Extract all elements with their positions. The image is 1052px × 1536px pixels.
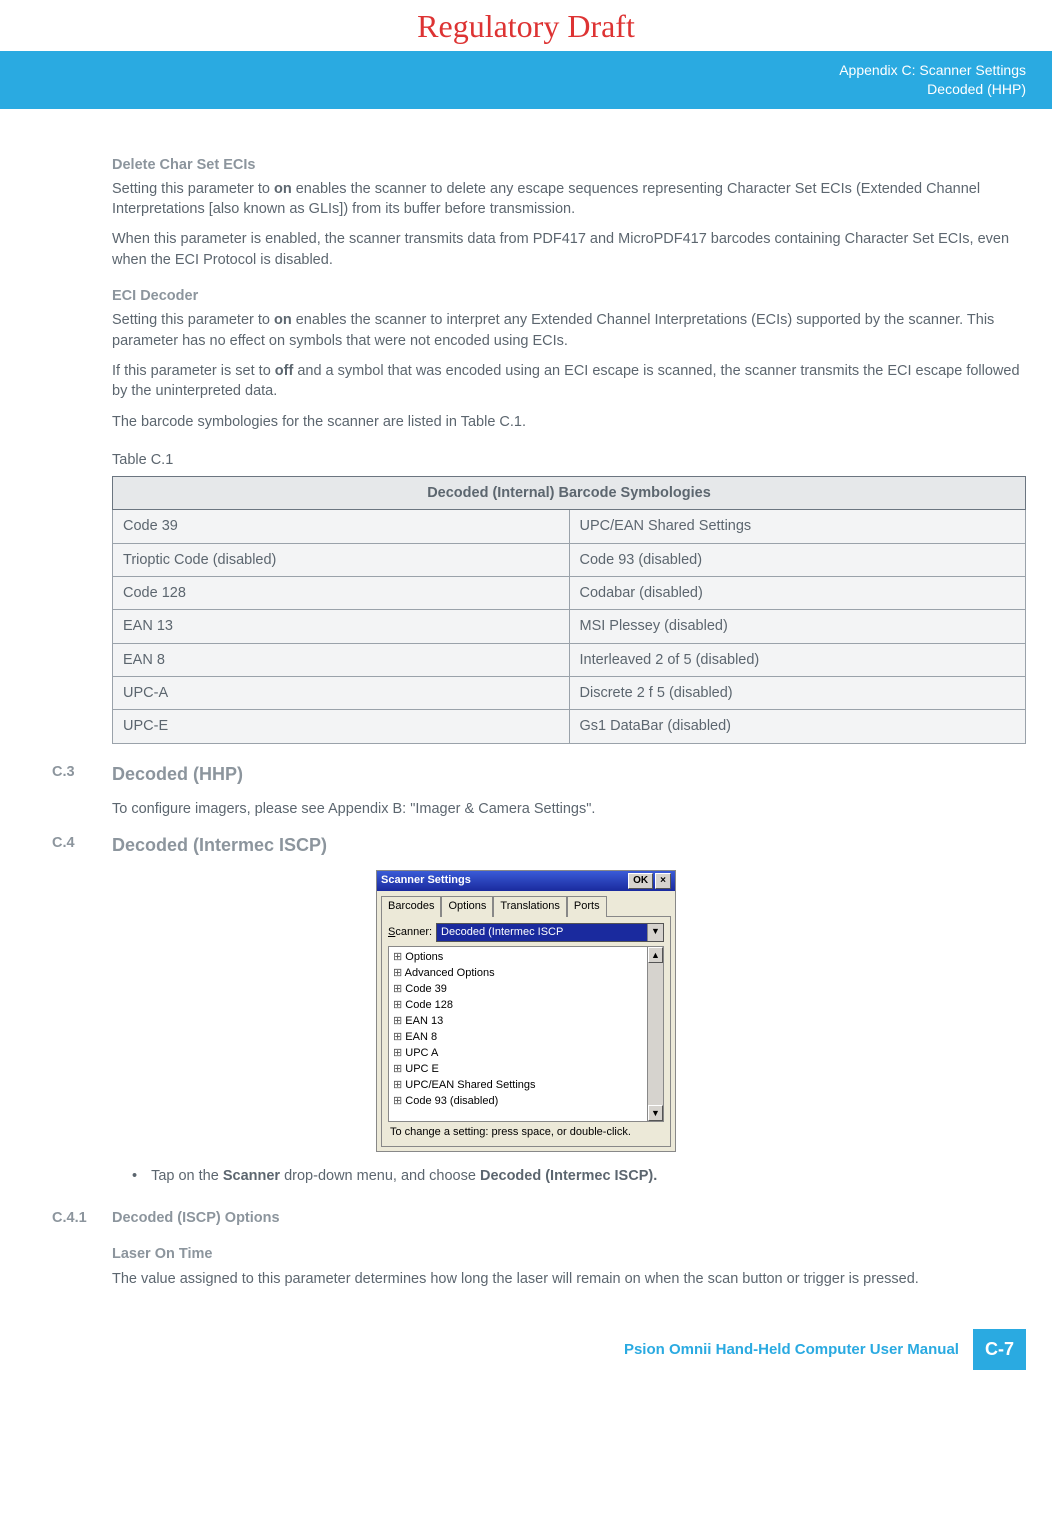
symbologies-table: Decoded (Internal) Barcode Symbologies C… bbox=[112, 476, 1026, 743]
tree-item[interactable]: Advanced Options bbox=[393, 965, 647, 981]
table-cell: Interleaved 2 of 5 (disabled) bbox=[569, 643, 1026, 676]
table-cell: EAN 8 bbox=[113, 643, 570, 676]
table-cell: Code 128 bbox=[113, 577, 570, 610]
tree-item[interactable]: Options bbox=[393, 949, 647, 965]
heading-laser-on-time: Laser On Time bbox=[112, 1244, 1026, 1264]
paragraph: To configure imagers, please see Appendi… bbox=[112, 799, 1026, 819]
tree-item[interactable]: EAN 13 bbox=[393, 1013, 647, 1029]
table-cell: Code 93 (disabled) bbox=[569, 543, 1026, 576]
regulatory-draft-watermark: Regulatory Draft bbox=[0, 0, 1052, 51]
table-cell: Gs1 DataBar (disabled) bbox=[569, 710, 1026, 743]
tree-item[interactable]: UPC E bbox=[393, 1061, 647, 1077]
paragraph: When this parameter is enabled, the scan… bbox=[112, 229, 1026, 270]
screenshot-titlebar: Scanner Settings OK × bbox=[377, 871, 675, 891]
dropdown-arrow-icon[interactable]: ▼ bbox=[647, 924, 663, 941]
scanner-label: Scanner: bbox=[388, 925, 432, 940]
header-appendix: Appendix C: Scanner Settings bbox=[0, 61, 1026, 80]
table-cell: Discrete 2 f 5 (disabled) bbox=[569, 676, 1026, 709]
tree-item[interactable]: Code 93 (disabled) bbox=[393, 1093, 647, 1109]
settings-tree[interactable]: Options Advanced Options Code 39 Code 12… bbox=[388, 946, 664, 1122]
table-cell: Code 39 bbox=[113, 510, 570, 543]
scanner-dropdown-value: Decoded (Intermec ISCP bbox=[437, 924, 647, 941]
header-band: Appendix C: Scanner Settings Decoded (HH… bbox=[0, 51, 1052, 109]
scroll-down-icon[interactable]: ▼ bbox=[648, 1105, 663, 1121]
tree-item[interactable]: EAN 8 bbox=[393, 1029, 647, 1045]
paragraph: Setting this parameter to on enables the… bbox=[112, 179, 1026, 220]
tab-options[interactable]: Options bbox=[441, 896, 493, 916]
heading-eci-decoder: ECI Decoder bbox=[112, 286, 1026, 306]
instruction-bullet: Tap on the Scanner drop-down menu, and c… bbox=[132, 1166, 1026, 1186]
table-cell: UPC-E bbox=[113, 710, 570, 743]
section-number-c41: C.4.1 bbox=[52, 1208, 87, 1228]
scrollbar[interactable]: ▲ ▼ bbox=[647, 947, 663, 1121]
heading-delete-char-set-ecis: Delete Char Set ECIs bbox=[112, 155, 1026, 175]
heading-decoded-intermec-iscp: Decoded (Intermec ISCP) bbox=[112, 833, 1026, 858]
table-caption: Table C.1 bbox=[112, 450, 1026, 470]
tab-ports[interactable]: Ports bbox=[567, 896, 607, 916]
tree-item[interactable]: Code 128 bbox=[393, 997, 647, 1013]
paragraph: If this parameter is set to off and a sy… bbox=[112, 361, 1026, 402]
table-cell: UPC-A bbox=[113, 676, 570, 709]
page-number: C-7 bbox=[973, 1329, 1026, 1370]
tab-barcodes[interactable]: Barcodes bbox=[381, 896, 441, 916]
scanner-settings-screenshot: Scanner Settings OK × Barcodes Options T… bbox=[376, 870, 676, 1152]
footer-manual-title: Psion Omnii Hand-Held Computer User Manu… bbox=[624, 1339, 959, 1360]
table-cell: Codabar (disabled) bbox=[569, 577, 1026, 610]
table-cell: MSI Plessey (disabled) bbox=[569, 610, 1026, 643]
section-number-c4: C.4 bbox=[52, 833, 75, 853]
screenshot-title: Scanner Settings bbox=[381, 873, 471, 888]
table-cell: UPC/EAN Shared Settings bbox=[569, 510, 1026, 543]
paragraph: The barcode symbologies for the scanner … bbox=[112, 412, 1026, 432]
scroll-up-icon[interactable]: ▲ bbox=[648, 947, 663, 963]
heading-decoded-hhp: Decoded (HHP) bbox=[112, 762, 1026, 787]
screenshot-tabs: Barcodes Options Translations Ports bbox=[377, 891, 675, 915]
paragraph: Setting this parameter to on enables the… bbox=[112, 310, 1026, 351]
tree-item[interactable]: UPC A bbox=[393, 1045, 647, 1061]
heading-decoded-iscp-options: Decoded (ISCP) Options bbox=[112, 1208, 1026, 1228]
scanner-dropdown[interactable]: Decoded (Intermec ISCP ▼ bbox=[436, 923, 664, 942]
page-footer: Psion Omnii Hand-Held Computer User Manu… bbox=[0, 1299, 1052, 1394]
table-cell: Trioptic Code (disabled) bbox=[113, 543, 570, 576]
paragraph: The value assigned to this parameter det… bbox=[112, 1269, 1026, 1289]
close-button[interactable]: × bbox=[655, 873, 671, 889]
table-header: Decoded (Internal) Barcode Symbologies bbox=[113, 477, 1026, 510]
section-number-c3: C.3 bbox=[52, 762, 75, 782]
table-cell: EAN 13 bbox=[113, 610, 570, 643]
tree-item[interactable]: UPC/EAN Shared Settings bbox=[393, 1077, 647, 1093]
hint-text: To change a setting: press space, or dou… bbox=[388, 1122, 664, 1140]
header-section: Decoded (HHP) bbox=[0, 80, 1026, 99]
tree-item[interactable]: Code 39 bbox=[393, 981, 647, 997]
ok-button[interactable]: OK bbox=[628, 873, 653, 889]
tab-translations[interactable]: Translations bbox=[493, 896, 567, 916]
